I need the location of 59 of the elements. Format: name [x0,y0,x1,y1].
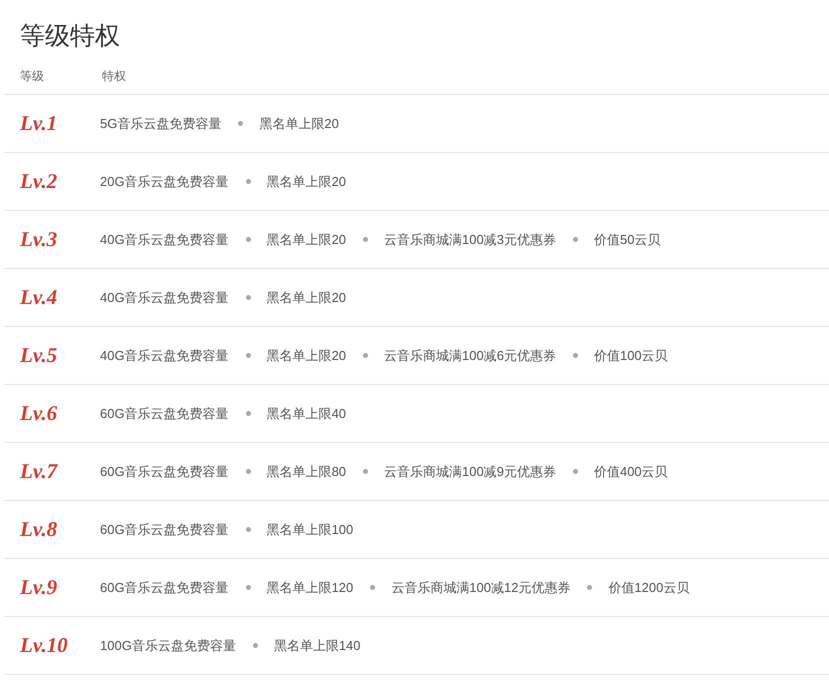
privilege-text: 价值100云贝 [594,346,668,364]
privilege-text: 价值50云贝 [594,230,660,248]
privilege-text: 黑名单上限100 [266,520,354,538]
level-label: Lv.6 [20,401,58,426]
privilege-text: 60G音乐云盘免费容量 [100,578,229,596]
privilege-text: 黑名单上限140 [274,636,361,654]
column-header: 特权 [102,68,127,85]
separator-dot-icon [252,643,258,648]
privilege-text: 黑名单上限20 [259,114,339,132]
separator-dot-icon [246,237,251,242]
level-label: Lv.5 [20,343,58,368]
separator-dot-icon [246,179,251,184]
level-label: Lv.10 [20,633,69,658]
separator-dot-icon [363,353,368,358]
privilege-text: 黑名单上限40 [266,404,346,422]
level-label: Lv.3 [20,227,58,252]
separator-dot-icon [363,469,368,474]
privilege-text: 5G音乐云盘免费容量 [100,114,222,132]
separator-dot-icon [370,585,376,590]
separator-dot-icon [572,353,578,358]
page-title: 等级特权 [19,21,121,52]
separator-dot-icon [246,527,251,532]
privilege-text: 云音乐商城满100减6元优惠券 [384,346,556,364]
separator-dot-icon [572,469,578,474]
privilege-text: 云音乐商城满100减3元优惠券 [384,230,556,248]
privilege-text: 40G音乐云盘免费容量 [100,346,229,364]
privilege-text: 60G音乐云盘免费容量 [100,462,229,480]
privilege-text: 价值400云贝 [594,462,668,480]
column-header: 等级 [20,68,45,85]
privilege-text: 黑名单上限20 [266,288,346,306]
privilege-text: 黑名单上限20 [266,230,346,248]
separator-dot-icon [246,469,251,474]
privilege-text: 100G音乐云盘免费容量 [100,636,236,654]
level-label: Lv.4 [20,285,58,310]
separator-dot-icon [246,353,251,358]
privilege-text: 云音乐商城满100减9元优惠券 [384,462,556,480]
separator-dot-icon [363,237,368,242]
privilege-text: 40G音乐云盘免费容量 [100,230,229,248]
level-label: Lv.8 [20,517,58,542]
level-label: Lv.2 [20,169,58,194]
separator-dot-icon [587,585,592,590]
privilege-text: 60G音乐云盘免费容量 [100,404,229,422]
separator-dot-icon [238,121,244,126]
separator-dot-icon [246,295,251,300]
separator-dot-icon [246,411,251,416]
privilege-text: 黑名单上限80 [266,462,346,480]
privilege-text: 60G音乐云盘免费容量 [100,520,229,538]
privilege-text: 黑名单上限20 [266,346,346,364]
privilege-text: 40G音乐云盘免费容量 [100,288,229,306]
separator-dot-icon [572,237,578,242]
separator-dot-icon [246,585,251,590]
privilege-text: 20G音乐云盘免费容量 [100,172,229,190]
privilege-text: 黑名单上限120 [266,578,354,596]
level-label: Lv.1 [20,111,58,136]
privilege-text: 云音乐商城满100减12元优惠券 [391,578,570,596]
privilege-text: 价值1200云贝 [608,578,690,596]
privilege-text: 黑名单上限20 [266,172,346,190]
level-label: Lv.9 [20,575,58,600]
level-label: Lv.7 [20,459,59,484]
